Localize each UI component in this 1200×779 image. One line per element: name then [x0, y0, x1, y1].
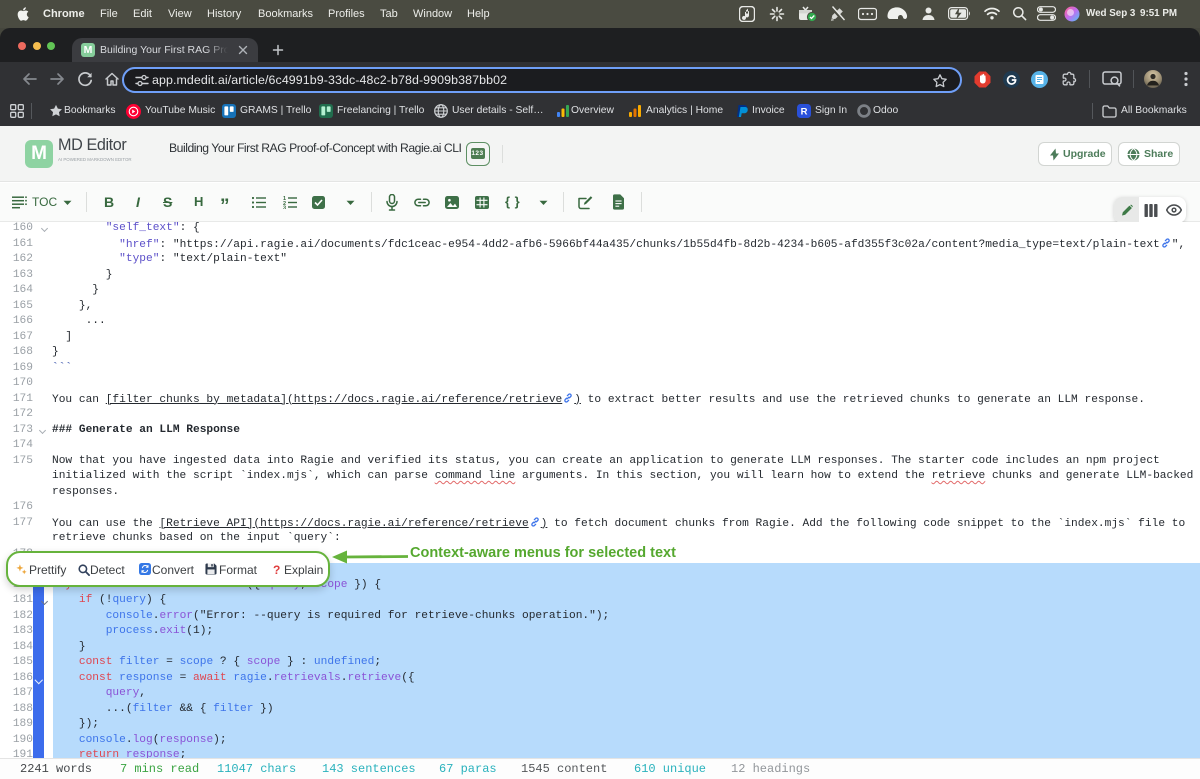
svg-text:3: 3	[283, 206, 286, 210]
svg-text:R: R	[801, 107, 808, 118]
